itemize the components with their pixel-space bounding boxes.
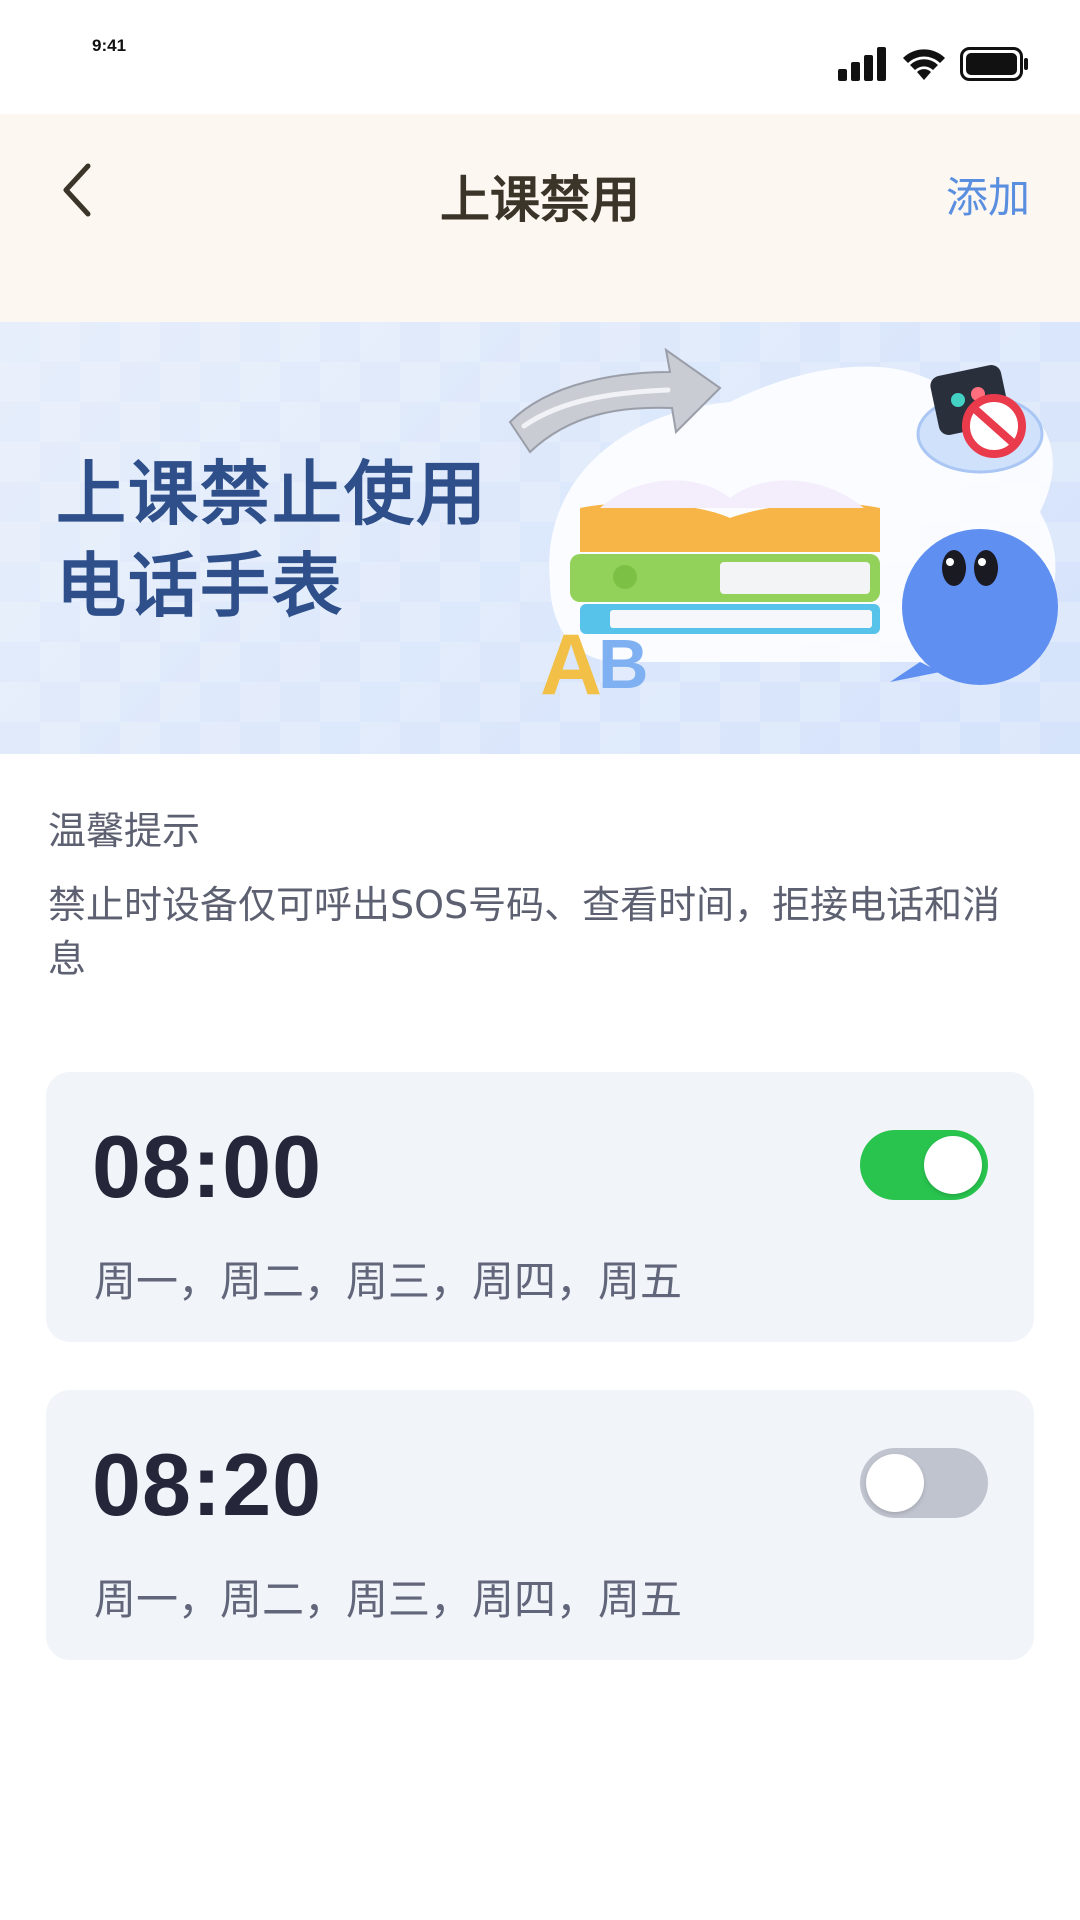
svg-text:B: B bbox=[598, 625, 649, 703]
watch-illustration bbox=[916, 365, 1044, 474]
banner-line-2: 电话手表 bbox=[56, 544, 344, 627]
banner: 上课禁止使用 电话手表 A B bbox=[0, 322, 1080, 754]
schedule-days: 周一，周二，周三，周四，周五 bbox=[94, 1257, 683, 1306]
add-button[interactable]: 添加 bbox=[946, 164, 1030, 225]
status-time: 9:41 bbox=[92, 36, 127, 55]
schedule-card[interactable]: 08:20 周一，周二，周三，周四，周五 bbox=[46, 1390, 1034, 1660]
banner-illustration: A B bbox=[508, 347, 1058, 713]
toggle-knob bbox=[924, 1136, 982, 1194]
schedule-days: 周一，周二，周三，周四，周五 bbox=[94, 1575, 683, 1624]
wifi-icon bbox=[903, 49, 945, 80]
schedule-time: 08:00 bbox=[92, 1117, 323, 1216]
tip-title: 温馨提示 bbox=[48, 809, 201, 853]
toggle-knob bbox=[866, 1454, 924, 1512]
books-illustration bbox=[570, 480, 880, 634]
page-title: 上课禁用 bbox=[440, 171, 640, 229]
schedule-toggle[interactable] bbox=[860, 1448, 988, 1518]
schedule-time: 08:20 bbox=[92, 1435, 323, 1534]
status-bar: 9:41 bbox=[0, 0, 1080, 114]
header: 上课禁用 添加 bbox=[0, 114, 1080, 322]
banner-line-1: 上课禁止使用 bbox=[56, 452, 488, 535]
banner-headline: 上课禁止使用 电话手表 bbox=[56, 448, 488, 632]
svg-text:A: A bbox=[540, 617, 602, 713]
cellular-signal-icon bbox=[838, 47, 886, 81]
battery-icon bbox=[960, 47, 1028, 81]
schedule-toggle[interactable] bbox=[860, 1130, 988, 1200]
status-icons bbox=[838, 46, 1030, 82]
schedule-card[interactable]: 08:00 周一，周二，周三，周四，周五 bbox=[46, 1072, 1034, 1342]
tip-body: 禁止时设备仅可呼出SOS号码、查看时间，拒接电话和消息 bbox=[48, 883, 1001, 981]
